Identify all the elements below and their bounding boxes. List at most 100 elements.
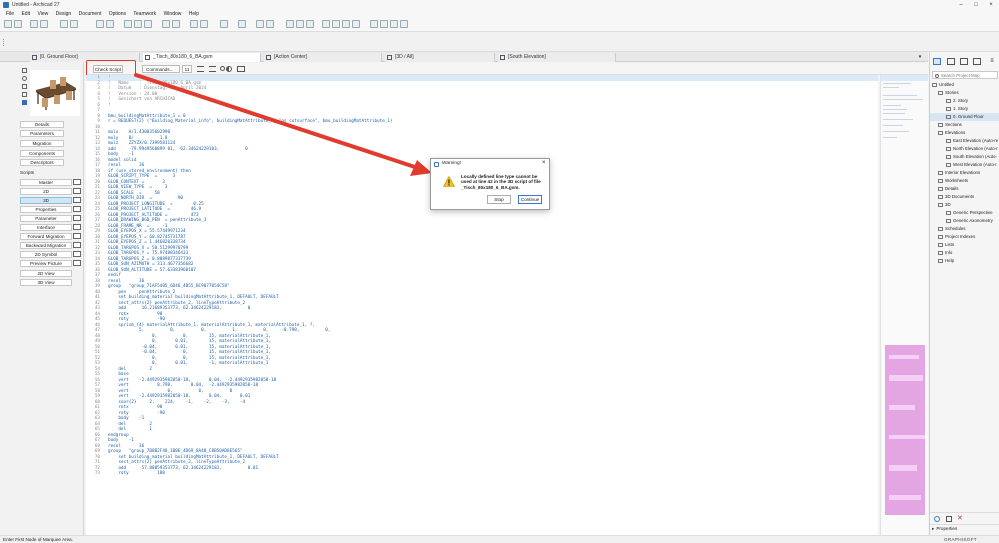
tree-item-story-1[interactable]: 1. Story <box>930 105 999 113</box>
find-icon[interactable] <box>220 66 225 71</box>
script-window-icon[interactable] <box>73 188 81 194</box>
redo-icon[interactable] <box>14 20 22 28</box>
menu-window[interactable]: Window <box>164 10 182 18</box>
sort-icon[interactable] <box>209 66 216 72</box>
script-window-icon[interactable] <box>73 233 81 239</box>
close-button[interactable]: × <box>984 0 998 10</box>
tab-3d-all[interactable]: [3D / All] <box>385 53 495 62</box>
script-window-icon[interactable] <box>73 224 81 230</box>
script-preview-picture-button[interactable]: Preview Picture <box>20 260 72 267</box>
tree-item-generic-perspective[interactable]: Generic Perspective <box>930 209 999 217</box>
script-forward-migration-button[interactable]: Forward Migration <box>20 233 72 240</box>
rotate-icon[interactable] <box>332 20 340 28</box>
tree-item-story-2[interactable]: 2. Story <box>930 97 999 105</box>
show-hide-icon[interactable] <box>400 20 408 28</box>
code-editor[interactable]: 1! 2! Name : _Tisch_80x180_6_BA.gsm 3! D… <box>86 75 878 535</box>
menu-view[interactable]: View <box>37 10 48 18</box>
delete-icon[interactable]: ✕ <box>957 514 963 523</box>
migration-button[interactable]: Migration <box>20 140 64 147</box>
view-toggle-icon[interactable] <box>22 68 27 73</box>
script-window-icon[interactable] <box>73 251 81 257</box>
script-window-icon[interactable] <box>73 179 81 185</box>
pen-set-icon[interactable] <box>70 20 78 28</box>
stop-button[interactable]: Stop <box>487 195 511 204</box>
indent-icon[interactable] <box>197 66 204 72</box>
align-center-icon[interactable] <box>296 20 304 28</box>
tree-item-details[interactable]: Details <box>930 185 999 193</box>
tree-item-3d[interactable]: 3D <box>930 201 999 209</box>
code-minimap[interactable] <box>880 75 928 535</box>
tree-item-west-elevation[interactable]: West Elevation (Auto-r <box>930 161 999 169</box>
script-backward-migration-button[interactable]: Backward Migration <box>20 242 72 249</box>
tab-action-center[interactable]: [Action Center] <box>264 53 382 62</box>
panel-menu-icon[interactable]: ≡ <box>988 58 996 65</box>
library-icon[interactable] <box>162 20 170 28</box>
tab-gdl-object[interactable]: _Tisch_80x180_6_BA.gsm <box>143 53 261 62</box>
group-icon[interactable] <box>370 20 378 28</box>
project-map-icon[interactable] <box>933 58 941 65</box>
tree-item-3d-documents[interactable]: 3D Documents <box>930 193 999 201</box>
script-3d-button[interactable]: 3D <box>20 197 72 204</box>
undo-icon[interactable] <box>4 20 12 28</box>
tree-item-elevations[interactable]: Elevations <box>930 129 999 137</box>
tree-item-north-elevation[interactable]: North Elevation (Auto-r <box>930 145 999 153</box>
tree-item-lists[interactable]: Lists <box>930 241 999 249</box>
layout-book-icon[interactable] <box>960 58 968 65</box>
script-window-icon[interactable] <box>73 215 81 221</box>
tree-item-schedules[interactable]: Schedules <box>930 225 999 233</box>
tree-item-project-indexes[interactable]: Project Indexes <box>930 233 999 241</box>
zoom-icon[interactable] <box>134 20 142 28</box>
guide-icon[interactable] <box>106 20 114 28</box>
renovation-icon[interactable] <box>190 20 198 28</box>
tree-item-east-elevation[interactable]: East Elevation (Auto-re <box>930 137 999 145</box>
tree-item-info[interactable]: Info <box>930 249 999 257</box>
view-map-icon[interactable] <box>947 58 955 65</box>
tab-south-elevation[interactable]: [South Elevation] <box>498 53 616 62</box>
info-box-handle-icon[interactable] <box>3 39 5 46</box>
menu-file[interactable]: File <box>6 10 14 18</box>
script-parameter-button[interactable]: Parameter <box>20 215 72 222</box>
dialog-close-button[interactable]: × <box>542 160 546 167</box>
details-button[interactable]: Details <box>20 121 64 128</box>
parameters-button[interactable]: Parameters <box>20 130 64 137</box>
view-2d-icon[interactable] <box>22 76 27 81</box>
script-2d-view-button[interactable]: 2D View <box>20 270 72 277</box>
script-2d-symbol-button[interactable]: 2D Symbol <box>20 251 72 258</box>
menu-edit[interactable]: Edit <box>21 10 30 18</box>
settings-icon[interactable] <box>238 20 246 28</box>
mirror-icon[interactable] <box>342 20 350 28</box>
script-master-button[interactable]: Master <box>20 179 72 186</box>
properties-header[interactable]: ▸ Properties <box>930 524 999 532</box>
teamwork-icon[interactable] <box>220 20 228 28</box>
tree-item-stories[interactable]: Stories <box>930 89 999 97</box>
tree-item-ground-floor[interactable]: 0. Ground Floor <box>930 113 999 121</box>
move-icon[interactable] <box>322 20 330 28</box>
minimize-button[interactable]: – <box>954 0 968 10</box>
tree-item-interior-elevations[interactable]: Interior Elevations <box>930 169 999 177</box>
ungroup-icon[interactable] <box>380 20 388 28</box>
script-properties-button[interactable]: Properties <box>20 206 72 213</box>
minimap-viewport[interactable] <box>881 75 928 81</box>
project-map-search[interactable]: Search Project Map <box>932 71 998 79</box>
magic-wand-icon[interactable] <box>256 20 264 28</box>
tree-item-help[interactable]: Help <box>930 257 999 265</box>
settings-view-icon[interactable] <box>946 516 952 522</box>
tree-item-south-elevation[interactable]: South Elevation (Auto- <box>930 153 999 161</box>
maximize-button[interactable]: □ <box>969 0 983 10</box>
align-left-icon[interactable] <box>286 20 294 28</box>
publisher-sets-icon[interactable] <box>973 58 981 65</box>
font-size-field[interactable]: 11 <box>182 65 192 73</box>
contrast-icon[interactable] <box>226 66 232 72</box>
lock-icon[interactable] <box>390 20 398 28</box>
menu-help[interactable]: Help <box>189 10 199 18</box>
graphic-override-icon[interactable] <box>200 20 208 28</box>
view-icon[interactable] <box>124 20 132 28</box>
tree-item-worksheets[interactable]: Worksheets <box>930 177 999 185</box>
script-window-icon[interactable] <box>73 260 81 266</box>
3d-window-icon[interactable] <box>144 20 152 28</box>
snap-icon[interactable] <box>96 20 104 28</box>
script-window-icon[interactable] <box>73 206 81 212</box>
view-front-icon[interactable] <box>22 92 27 97</box>
view-3d-icon[interactable] <box>22 84 27 89</box>
measure-icon[interactable] <box>266 20 274 28</box>
